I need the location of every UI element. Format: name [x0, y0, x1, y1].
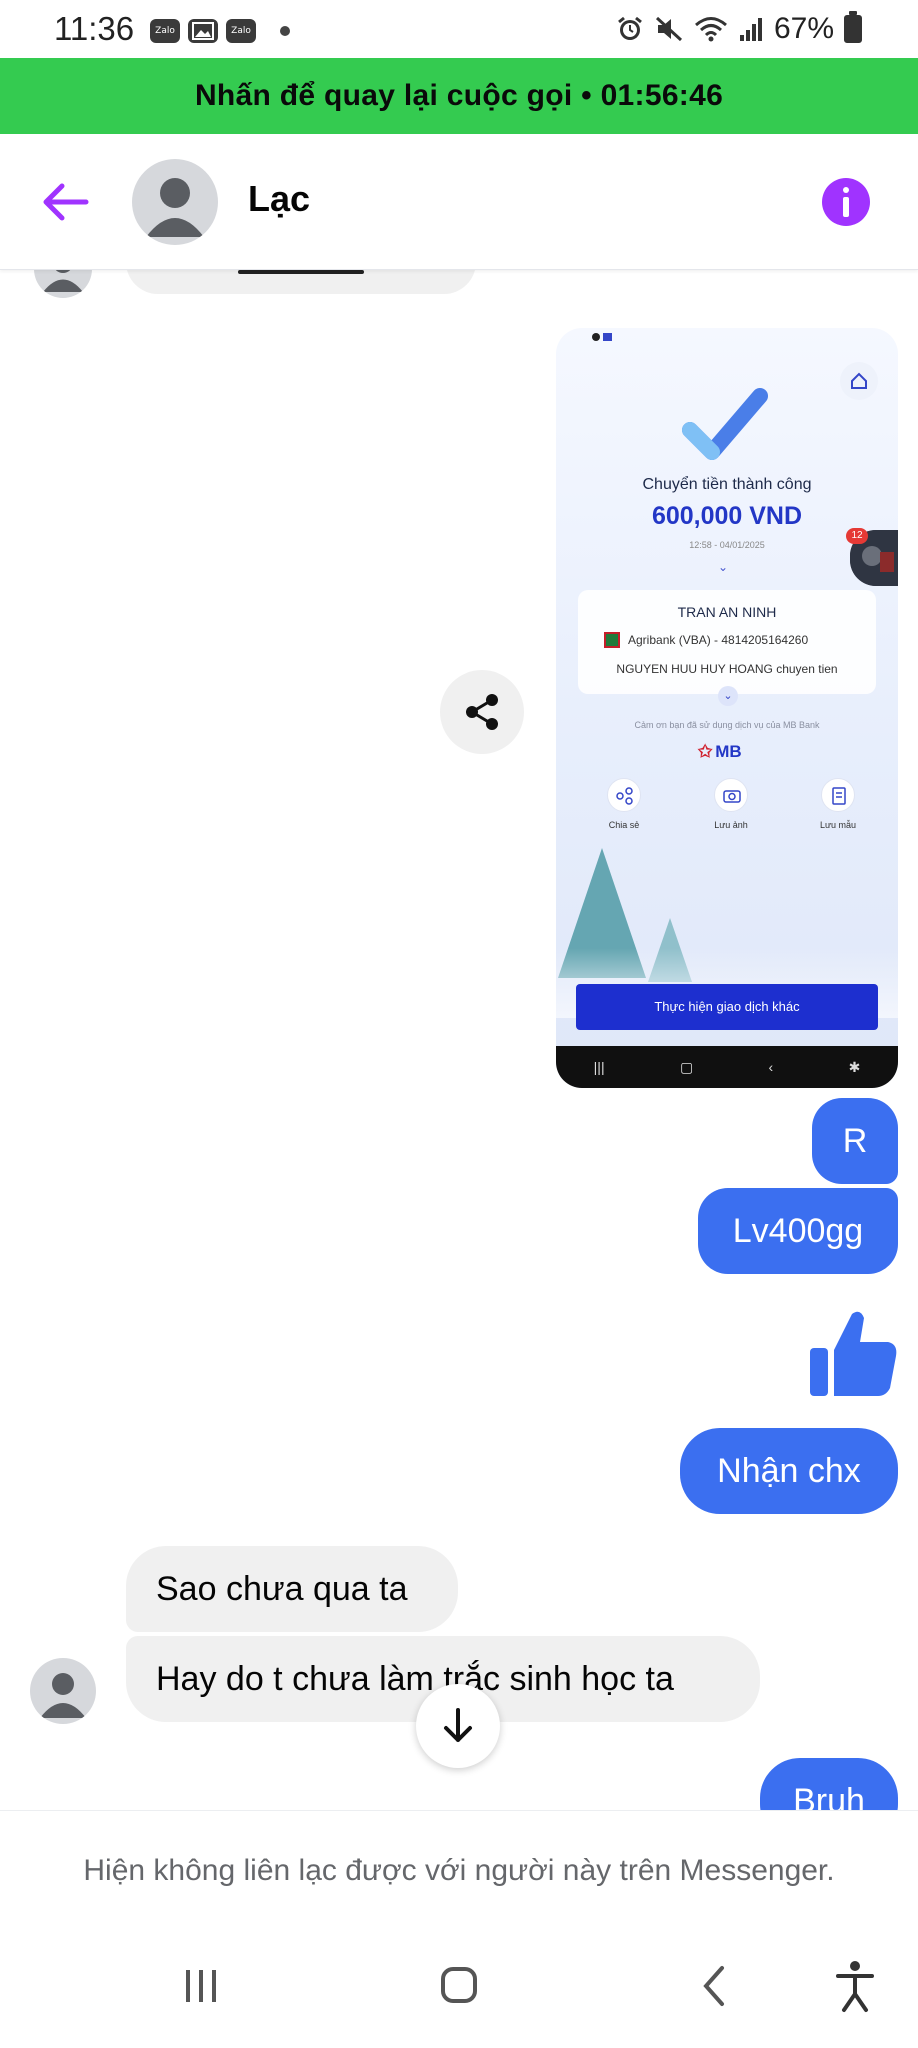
receipt-action-label: Lưu ảnh [714, 820, 748, 830]
more-notifications-dot [280, 26, 290, 36]
status-right: 67% [616, 10, 862, 48]
return-to-call-banner[interactable]: Nhấn để quay lại cuộc gọi • 01:56:46 [0, 58, 918, 134]
battery-percent: 67% [773, 12, 834, 45]
alarm-icon [618, 16, 642, 40]
receipt-action-save-image: Lưu ảnh [693, 778, 769, 830]
mb-brand-text: MB [715, 742, 742, 761]
signal-icon [739, 18, 762, 41]
unavailable-notice: Hiện không liên lạc được với người này t… [0, 1810, 918, 1930]
unavailable-notice-text: Hiện không liên lạc được với người này t… [83, 1853, 835, 1887]
receipt-action-save-template: Lưu mẫu [800, 778, 876, 830]
receipt-thanks: Cảm ơn bạn đã sử dụng dịch vụ của MB Ban… [634, 720, 820, 730]
thumbs-up-icon[interactable] [808, 1306, 898, 1400]
outgoing-message[interactable]: Nhận chx [680, 1428, 898, 1514]
sender-avatar[interactable] [30, 1658, 96, 1724]
accessibility-icon: ✱ [848, 1058, 861, 1075]
recents-icon [186, 1970, 216, 2002]
back-nav-button[interactable] [680, 1956, 750, 2016]
call-banner-text: Nhấn để quay lại cuộc gọi • 01:56:46 [194, 79, 724, 112]
receipt-actions: Chia sẻ Lưu ảnh Lưu mẫu [586, 778, 876, 830]
zalo-notification-icon-2: Zalo [226, 19, 256, 43]
receipt-badge-count: 12 [846, 528, 868, 544]
sender-avatar-partial [34, 270, 92, 298]
receipt-action-share: Chia sẻ [586, 778, 662, 830]
battery-icon [844, 11, 862, 43]
default-avatar-icon [43, 270, 83, 292]
receipt-action-label: Chia sẻ [608, 820, 640, 830]
accessibility-button[interactable] [820, 1956, 890, 2016]
arrow-down-icon [444, 1708, 472, 1742]
share-icon [607, 778, 641, 812]
expand-chevron-icon: ⌄ [718, 686, 738, 706]
receipt-bank-account: Agribank (VBA) - 4814205164260 [628, 633, 809, 647]
default-avatar-icon [40, 1673, 86, 1718]
incoming-message[interactable]: Sao chưa qua ta [126, 1546, 458, 1632]
mb-star-icon: ✩ [698, 742, 713, 761]
status-bar: 11:36 Zalo Zalo 67% [0, 0, 918, 58]
status-time: 11:36 [54, 10, 135, 47]
mb-bank-logo: ✩ MB [698, 742, 742, 762]
agribank-logo-icon [604, 632, 620, 648]
receipt-recipient-name: TRAN AN NINH [677, 604, 777, 620]
outgoing-message[interactable]: Lv400gg [698, 1188, 898, 1274]
home-button[interactable] [424, 1956, 494, 2016]
outgoing-message[interactable]: R [812, 1098, 898, 1184]
receipt-recipient-card: TRAN AN NINH Agribank (VBA) - 4814205164… [578, 590, 876, 694]
template-icon [821, 778, 855, 812]
back-chevron-icon [703, 1966, 724, 2006]
receipt-action-label: Lưu mẫu [819, 820, 857, 830]
transfer-receipt-image[interactable]: Chuyển tiền thành công 600,000 VND 12:58… [556, 328, 898, 1088]
back-icon: ‹ [768, 1059, 774, 1075]
home-icon [441, 1967, 477, 2003]
accessibility-icon [836, 1961, 874, 2012]
android-navigation-bar [0, 1930, 918, 2048]
success-check-icon [682, 388, 768, 460]
receipt-cta-button: Thực hiện giao dịch khác [576, 984, 878, 1030]
recents-icon: ||| [593, 1059, 605, 1075]
back-button[interactable] [36, 174, 96, 230]
image-notification-icon [188, 19, 218, 43]
receipt-datetime: 12:58 - 04/01/2025 [689, 540, 765, 550]
default-avatar-icon [146, 178, 204, 237]
home-icon: ▢ [679, 1058, 694, 1075]
chevron-down-icon: ⌄ [718, 560, 729, 574]
recents-button[interactable] [166, 1956, 236, 2016]
receipt-description: NGUYEN HUU HUY HOANG chuyen tien [616, 662, 838, 676]
receipt-bank-row: Agribank (VBA) - 4814205164260 [604, 632, 808, 648]
mute-icon [655, 16, 682, 42]
receipt-status-icons [592, 333, 612, 341]
receipt-title: Chuyển tiền thành công [642, 476, 812, 493]
scroll-to-bottom-button[interactable] [416, 1684, 500, 1768]
incoming-message-partial[interactable] [126, 270, 476, 294]
receipt-amount: 600,000 VND [651, 502, 803, 530]
info-icon[interactable] [822, 178, 870, 226]
back-arrow-icon [43, 183, 89, 221]
wifi-icon [694, 17, 727, 42]
contact-avatar[interactable] [132, 159, 218, 245]
message-list[interactable]: Chuyển tiền thành công 600,000 VND 12:58… [0, 270, 918, 1810]
zalo-notification-icon: Zalo [150, 19, 180, 43]
share-button[interactable] [440, 670, 524, 754]
receipt-phone-navbar: ||| ▢ ‹ ✱ [556, 1046, 898, 1088]
camera-icon [714, 778, 748, 812]
share-icon [466, 694, 498, 730]
receipt-home-icon [840, 362, 878, 400]
conversation-header: Lạc [0, 134, 918, 270]
outgoing-message[interactable]: Bruh [760, 1758, 898, 1810]
contact-name[interactable]: Lạc [248, 178, 310, 220]
